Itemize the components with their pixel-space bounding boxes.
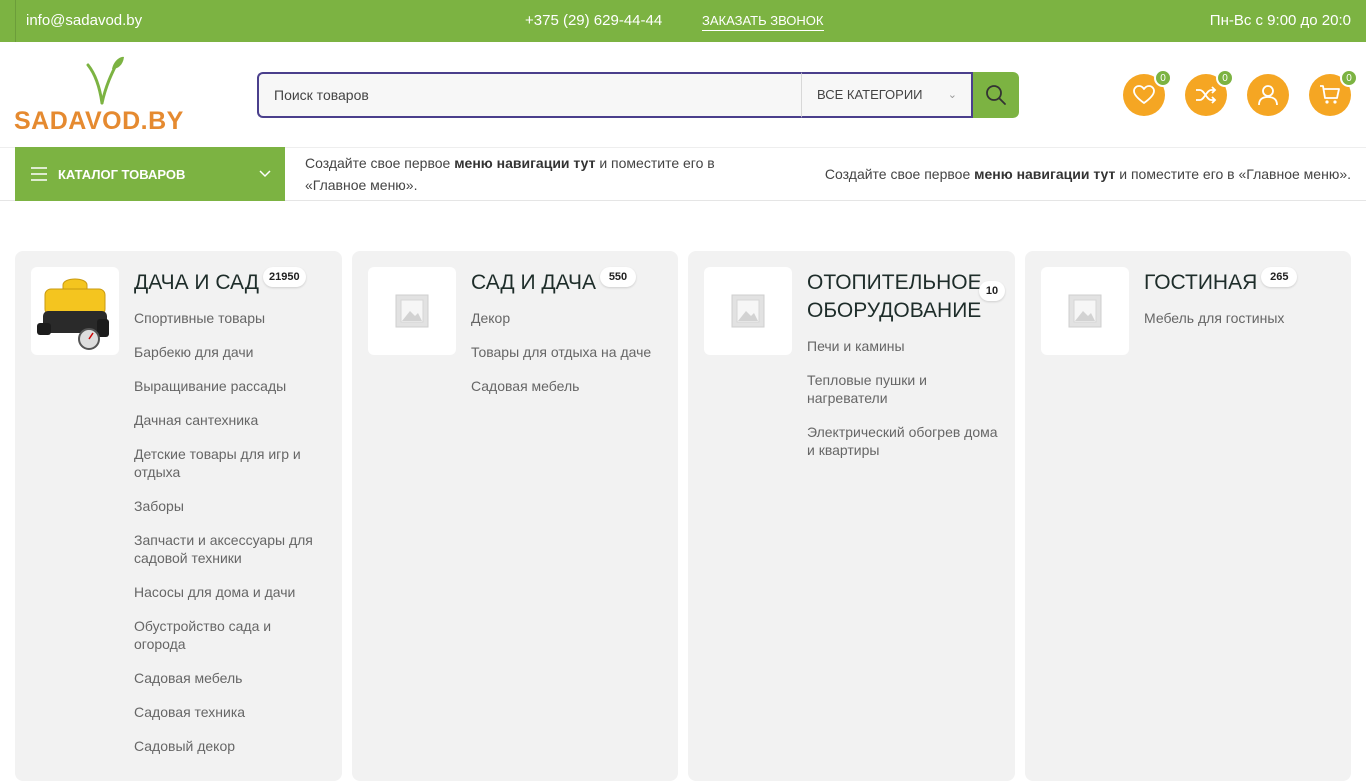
subcategory-list: Печи и камины Тепловые пушки и нагревате… bbox=[807, 337, 1002, 475]
category-image[interactable] bbox=[31, 267, 119, 355]
nav-msg-text: и поместите его в «Главное меню». bbox=[1115, 166, 1351, 182]
catalog-menu-button[interactable]: КАТАЛОГ ТОВАРОВ bbox=[15, 147, 285, 201]
subcategory-link[interactable]: Запчасти и аксессуары для садовой техник… bbox=[134, 531, 324, 567]
subcategory-link[interactable]: Барбекю для дачи bbox=[134, 343, 324, 361]
nav-placeholder-message: Создайте свое первое меню навигации тут … bbox=[825, 163, 1351, 185]
subcategory-list: Декор Товары для отдыха на даче Садовая … bbox=[471, 309, 666, 411]
subcategory-link[interactable]: Тепловые пушки и нагреватели bbox=[807, 371, 1002, 407]
category-card: ДАЧА И САД 21950 Спортивные товары Барбек… bbox=[15, 251, 342, 781]
category-image[interactable] bbox=[368, 267, 456, 355]
search-button[interactable] bbox=[973, 72, 1019, 118]
catalog-label: КАТАЛОГ ТОВАРОВ bbox=[58, 167, 186, 182]
product-count-badge: 550 bbox=[600, 267, 636, 287]
site-logo[interactable]: SADAVOD.BY bbox=[14, 55, 194, 135]
category-card: ГОСТИНАЯ 265 Мебель для гостиных bbox=[1025, 251, 1351, 781]
image-placeholder-icon bbox=[395, 294, 429, 328]
pump-controller-icon bbox=[37, 278, 109, 350]
heart-icon bbox=[1133, 85, 1155, 104]
nav-msg-text: Создайте свое первое bbox=[305, 155, 455, 171]
divider bbox=[15, 0, 16, 42]
category-card: САД И ДАЧА 550 Декор Товары для отдыха на… bbox=[352, 251, 678, 781]
category-select-label: ВСЕ КАТЕГОРИИ bbox=[817, 87, 923, 102]
search-input[interactable] bbox=[257, 72, 802, 118]
shuffle-icon bbox=[1196, 86, 1217, 104]
image-placeholder-icon bbox=[731, 294, 765, 328]
top-bar: info@sadavod.by +375 (29) 629-44-44 ЗАКА… bbox=[0, 0, 1366, 42]
chevron-down-icon: ⌄ bbox=[947, 89, 957, 101]
menu-icon bbox=[31, 167, 47, 181]
nav-msg-link[interactable]: меню навигации тут bbox=[454, 155, 595, 171]
subcategory-link[interactable]: Садовая мебель bbox=[134, 669, 324, 687]
callback-link[interactable]: ЗАКАЗАТЬ ЗВОНОК bbox=[702, 13, 824, 31]
logo-text: SADAVOD.BY bbox=[14, 107, 184, 135]
chevron-down-icon bbox=[259, 170, 271, 178]
search-icon bbox=[986, 85, 1006, 105]
category-title-text: САД И ДАЧА bbox=[471, 271, 596, 294]
subcategory-link[interactable]: Товары для отдыха на даче bbox=[471, 343, 666, 361]
image-placeholder-icon bbox=[1068, 294, 1102, 328]
subcategory-link[interactable]: Декор bbox=[471, 309, 666, 327]
subcategory-link[interactable]: Садовая техника bbox=[134, 703, 324, 721]
cart-icon bbox=[1320, 85, 1340, 104]
subcategory-link[interactable]: Насосы для дома и дачи bbox=[134, 583, 324, 601]
product-count-badge: 265 bbox=[1261, 267, 1298, 287]
compare-button[interactable]: 0 bbox=[1185, 69, 1234, 116]
product-count-badge: 10 bbox=[979, 281, 1005, 301]
subcategory-link[interactable]: Электрический обогрев дома и квартиры bbox=[807, 423, 1002, 459]
cart-button[interactable]: 0 bbox=[1309, 69, 1358, 116]
compare-count-badge: 0 bbox=[1216, 69, 1234, 87]
subcategory-link[interactable]: Заборы bbox=[134, 497, 324, 515]
phone-link[interactable]: +375 (29) 629-44-44 bbox=[525, 12, 662, 29]
category-image[interactable] bbox=[704, 267, 792, 355]
category-title-text: ДАЧА И САД bbox=[134, 271, 259, 294]
account-button[interactable] bbox=[1247, 74, 1289, 116]
subcategory-link[interactable]: Детские товары для игр и отдыха bbox=[134, 445, 324, 481]
subcategory-link[interactable]: Спортивные товары bbox=[134, 309, 324, 327]
category-title[interactable]: ДАЧА И САД 21950 bbox=[134, 267, 306, 297]
subcategory-link[interactable]: Садовая мебель bbox=[471, 377, 666, 395]
category-card: ОТОПИТЕЛЬНОЕ ОБОРУДОВАНИЕ10 Печи и камин… bbox=[688, 251, 1015, 781]
cart-count-badge: 0 bbox=[1340, 69, 1358, 87]
working-hours: Пн-Вс с 9:00 до 20:0 bbox=[1209, 12, 1351, 29]
search-bar: ВСЕ КАТЕГОРИИ ⌄ bbox=[257, 72, 1019, 118]
category-title-text: ОТОПИТЕЛЬНОЕ ОБОРУДОВАНИЕ bbox=[807, 271, 982, 322]
subcategory-link[interactable]: Мебель для гостиных bbox=[1144, 309, 1339, 327]
subcategory-link[interactable]: Обустройство сада и огорода bbox=[134, 617, 324, 653]
sprout-icon bbox=[86, 56, 124, 105]
nav-msg-text: Создайте свое первое bbox=[824, 166, 975, 182]
subcategory-link[interactable]: Садовый декор bbox=[134, 737, 324, 755]
wishlist-count-badge: 0 bbox=[1154, 69, 1172, 87]
category-image[interactable] bbox=[1041, 267, 1129, 355]
subcategory-link[interactable]: Выращивание рассады bbox=[134, 377, 324, 395]
wishlist-button[interactable]: 0 bbox=[1123, 69, 1172, 116]
nav-placeholder-message: Создайте свое первое меню навигации тут … bbox=[305, 152, 735, 196]
category-title-text: ГОСТИНАЯ bbox=[1144, 271, 1258, 294]
subcategory-list: Мебель для гостиных bbox=[1144, 309, 1339, 343]
email-link[interactable]: info@sadavod.by bbox=[26, 12, 142, 29]
category-title[interactable]: ОТОПИТЕЛЬНОЕ ОБОРУДОВАНИЕ10 bbox=[807, 269, 1007, 325]
product-count-badge: 21950 bbox=[263, 267, 306, 287]
subcategory-list: Спортивные товары Барбекю для дачи Выращ… bbox=[134, 309, 324, 771]
category-select[interactable]: ВСЕ КАТЕГОРИИ ⌄ bbox=[801, 72, 973, 118]
category-title[interactable]: САД И ДАЧА 550 bbox=[471, 267, 636, 297]
user-icon bbox=[1258, 85, 1278, 106]
category-title[interactable]: ГОСТИНАЯ 265 bbox=[1144, 267, 1298, 297]
subcategory-link[interactable]: Дачная сантехника bbox=[134, 411, 324, 429]
nav-msg-link[interactable]: меню навигации тут bbox=[974, 166, 1115, 182]
subcategory-link[interactable]: Печи и камины bbox=[807, 337, 1002, 355]
